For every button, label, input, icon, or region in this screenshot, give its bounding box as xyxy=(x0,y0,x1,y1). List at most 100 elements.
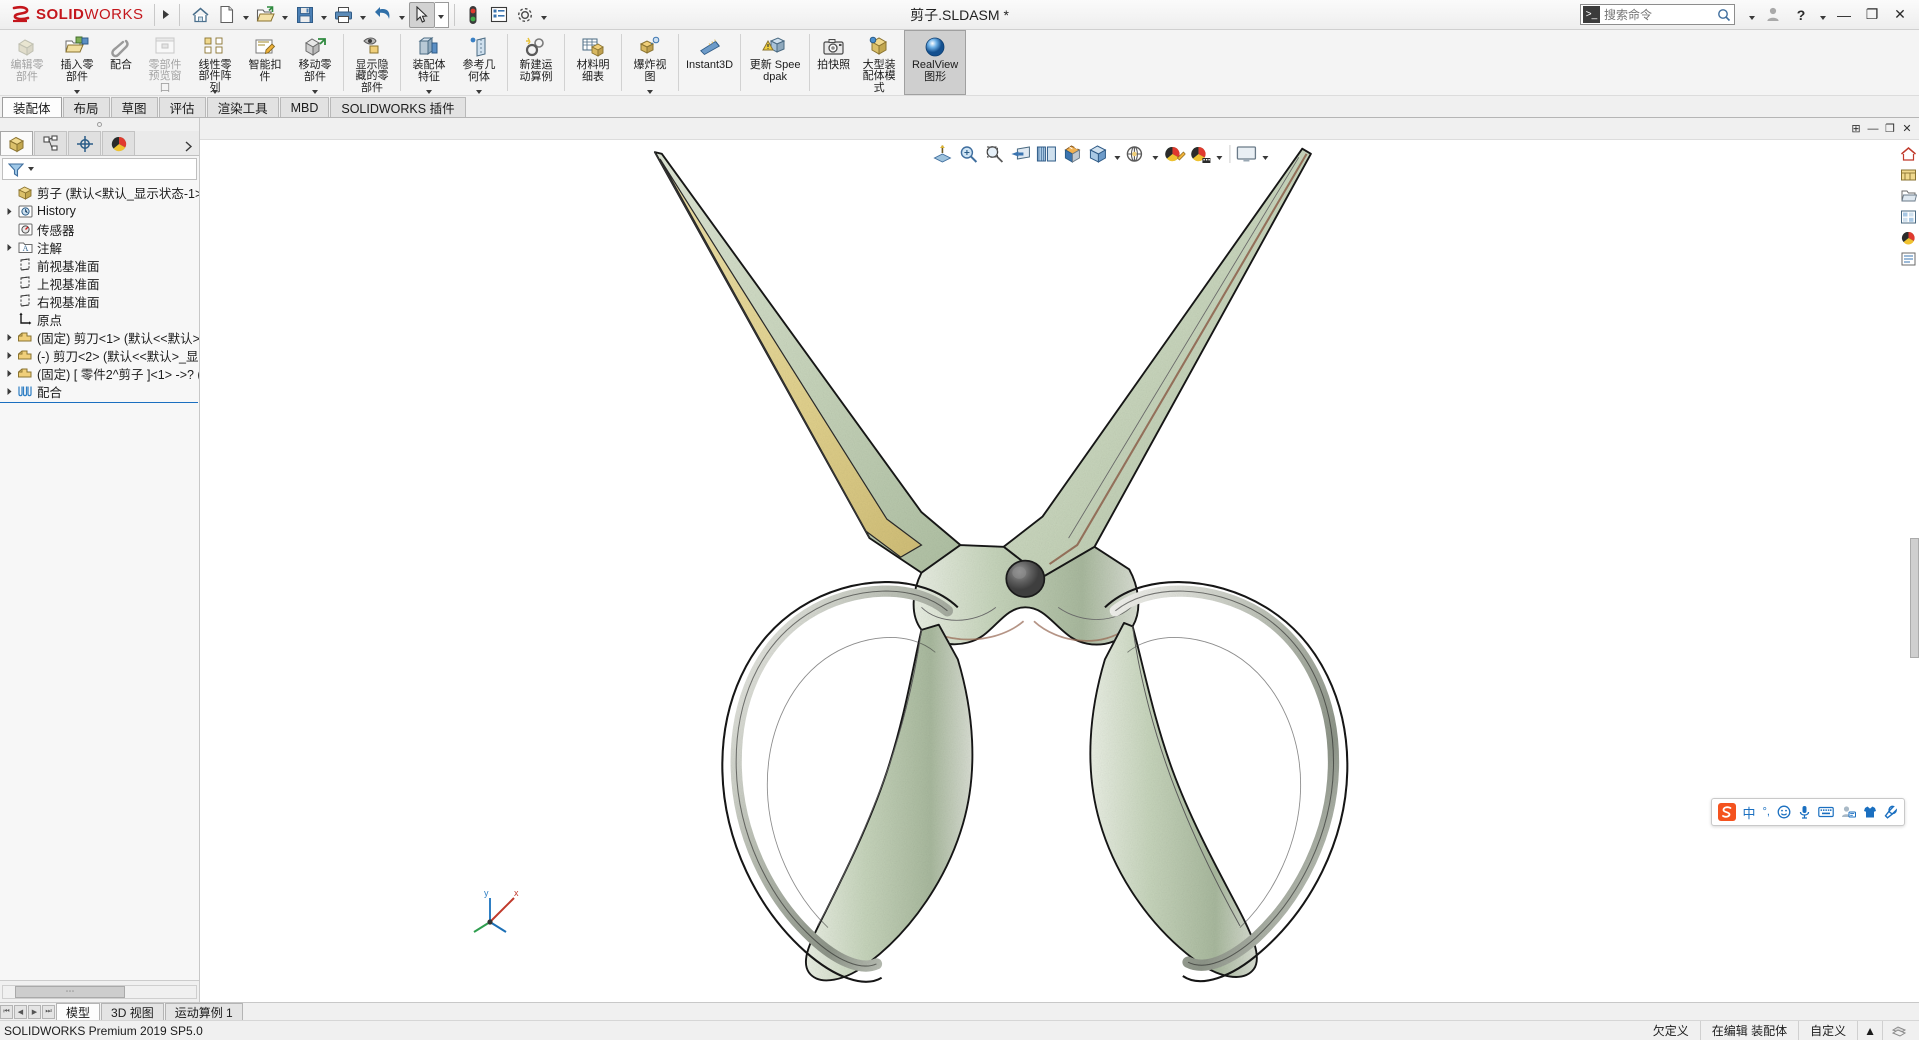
doc-tab-3d-views[interactable]: 3D 视图 xyxy=(101,1003,164,1020)
component-preview-button[interactable]: 零部件预览窗口 xyxy=(140,30,190,95)
move-component-button[interactable]: 移动零部件 xyxy=(290,30,340,95)
ime-language-chinese[interactable]: 中 xyxy=(1743,803,1756,822)
status-custom-caret[interactable]: ▲ xyxy=(1857,1020,1882,1040)
tab-sketch[interactable]: 草图 xyxy=(110,97,158,117)
search-input[interactable] xyxy=(1604,7,1696,22)
exploded-view-button[interactable]: 爆炸视图 xyxy=(625,30,675,95)
close-button[interactable]: ✕ xyxy=(1887,2,1913,28)
new-document-icon[interactable] xyxy=(214,2,240,28)
exploded-view-dropdown[interactable] xyxy=(647,90,653,94)
new-motion-study-button[interactable]: 新建运动算例 xyxy=(511,30,561,95)
view-orientation-icon[interactable] xyxy=(1034,142,1059,166)
open-folder-icon[interactable] xyxy=(253,2,279,28)
view-settings-icon[interactable] xyxy=(1188,142,1213,166)
gear-options-icon[interactable] xyxy=(512,2,538,28)
select-cursor-icon[interactable] xyxy=(408,1,435,28)
rebuild-traffic-icon[interactable] xyxy=(460,2,486,28)
snapshot-button[interactable]: 拍快照 xyxy=(813,30,854,95)
help-icon[interactable]: ? xyxy=(1788,2,1814,28)
linear-pattern-dropdown[interactable] xyxy=(212,90,218,94)
show-hidden-components-button[interactable]: 显示隐藏的零部件 xyxy=(347,30,397,95)
ime-punctuation-icon[interactable]: °, xyxy=(1763,806,1770,818)
move-component-dropdown[interactable] xyxy=(312,90,318,94)
doc-tab-motion-study[interactable]: 运动算例 1 xyxy=(164,1003,243,1020)
save-icon[interactable] xyxy=(292,2,318,28)
apply-scene-icon[interactable] xyxy=(1162,142,1187,166)
graphics-vertical-scrollbar[interactable] xyxy=(1910,538,1919,658)
right-blade[interactable] xyxy=(1002,147,1312,579)
tree-item-assembly-root[interactable]: 剪子 (默认<默认_显示状态-1>) xyxy=(0,183,199,202)
edit-appearance-icon[interactable] xyxy=(1124,142,1149,166)
ime-skin-shirt-icon[interactable] xyxy=(1863,805,1877,819)
tree-item-part-3[interactable]: (固定) [ 零件2^剪子 ]<1> ->? (默认 xyxy=(0,364,199,382)
tab-nav-last[interactable]: ⏭ xyxy=(42,1004,55,1019)
tree-hscrollbar[interactable]: ⋯ xyxy=(2,984,197,999)
insert-component-button[interactable]: 插入零部件 xyxy=(52,30,102,95)
tree-item-history[interactable]: History xyxy=(0,202,199,220)
appearance-dropdown[interactable] xyxy=(1150,142,1161,166)
section-view-icon[interactable] xyxy=(1008,142,1033,166)
ime-emoji-icon[interactable] xyxy=(1777,805,1791,819)
options-list-icon[interactable] xyxy=(486,2,512,28)
bill-of-materials-button[interactable]: 材料明细表 xyxy=(568,30,618,95)
help-dropdown[interactable] xyxy=(1816,2,1829,28)
display-manager-tab[interactable] xyxy=(102,131,135,155)
hide-show-dropdown[interactable] xyxy=(1112,142,1123,166)
scissors-3d-model[interactable] xyxy=(200,140,1919,1002)
graphics-close-button[interactable]: ✕ xyxy=(1899,121,1915,137)
expand-menu-button[interactable] xyxy=(157,2,177,28)
ime-settings-wrench-icon[interactable] xyxy=(1884,805,1898,819)
reference-geometry-dropdown[interactable] xyxy=(476,90,482,94)
tree-item-right-plane[interactable]: 右视基准面 xyxy=(0,292,199,310)
sogou-logo-icon[interactable] xyxy=(1717,803,1736,821)
tree-item-annotations[interactable]: A 注解 xyxy=(0,238,199,256)
sogou-ime-bar[interactable]: 中 °, xyxy=(1710,798,1905,826)
assembly-feature-button[interactable]: 装配体特征 xyxy=(404,30,454,95)
display-monitor-icon[interactable] xyxy=(1234,142,1259,166)
tab-nav-first[interactable]: ⏮ xyxy=(0,1004,13,1019)
undo-dropdown[interactable] xyxy=(396,2,409,28)
file-explorer-icon[interactable] xyxy=(1898,186,1918,205)
select-dropdown[interactable] xyxy=(434,1,449,28)
ime-user-icon[interactable] xyxy=(1841,805,1856,819)
feature-manager-tab[interactable] xyxy=(0,131,33,155)
tab-render-tools[interactable]: 渲染工具 xyxy=(206,97,279,117)
configuration-manager-tab[interactable] xyxy=(68,131,101,155)
feature-tree[interactable]: 剪子 (默认<默认_显示状态-1>) History 传感器 A 注解 前视基准… xyxy=(0,180,199,980)
view-settings-dropdown[interactable] xyxy=(1214,142,1225,166)
display-monitor-dropdown[interactable] xyxy=(1260,142,1271,166)
home-icon[interactable] xyxy=(188,2,214,28)
zoom-to-area-icon[interactable] xyxy=(956,142,981,166)
save-dropdown[interactable] xyxy=(318,2,331,28)
graphics-maximize-button[interactable]: ❐ xyxy=(1882,121,1898,137)
tab-layout[interactable]: 布局 xyxy=(62,97,110,117)
home-rail-icon[interactable] xyxy=(1898,144,1918,163)
tab-evaluate[interactable]: 评估 xyxy=(158,97,206,117)
print-dropdown[interactable] xyxy=(357,2,370,28)
assembly-feature-dropdown[interactable] xyxy=(426,90,432,94)
open-document-dropdown[interactable] xyxy=(279,2,292,28)
options-dropdown[interactable] xyxy=(538,2,551,28)
display-style-icon[interactable] xyxy=(1060,142,1085,166)
property-manager-tab[interactable] xyxy=(34,131,67,155)
realview-graphics-button[interactable]: RealView 图形 xyxy=(904,30,967,95)
tree-expander[interactable] xyxy=(2,207,16,216)
tree-expander[interactable] xyxy=(2,333,16,342)
tree-item-part-2[interactable]: (-) 剪刀<2> (默认<<默认>_显示状 xyxy=(0,346,199,364)
minimize-button[interactable]: — xyxy=(1831,2,1857,28)
update-speedpak-button[interactable]: 更新 Speedpak xyxy=(744,30,806,95)
view-palette-rail-icon[interactable] xyxy=(1898,207,1918,226)
tree-expander[interactable] xyxy=(2,243,16,252)
tab-nav-next[interactable]: ▶ xyxy=(28,1004,41,1019)
search-dropdown[interactable] xyxy=(1745,2,1758,28)
hide-show-items-icon[interactable] xyxy=(1086,142,1111,166)
graphics-restore-small-button[interactable]: ⊞ xyxy=(1848,121,1864,137)
pivot-screw[interactable] xyxy=(1005,559,1046,598)
reference-geometry-button[interactable]: 参考几何体 xyxy=(454,30,504,95)
tab-solidworks-addins[interactable]: SOLIDWORKS 插件 xyxy=(330,97,466,117)
tree-item-top-plane[interactable]: 上视基准面 xyxy=(0,274,199,292)
tree-item-front-plane[interactable]: 前视基准面 xyxy=(0,256,199,274)
tree-hscroll-thumb[interactable]: ⋯ xyxy=(15,985,125,998)
tree-item-mates[interactable]: 配合 xyxy=(0,382,199,400)
user-account-icon[interactable] xyxy=(1760,2,1786,28)
